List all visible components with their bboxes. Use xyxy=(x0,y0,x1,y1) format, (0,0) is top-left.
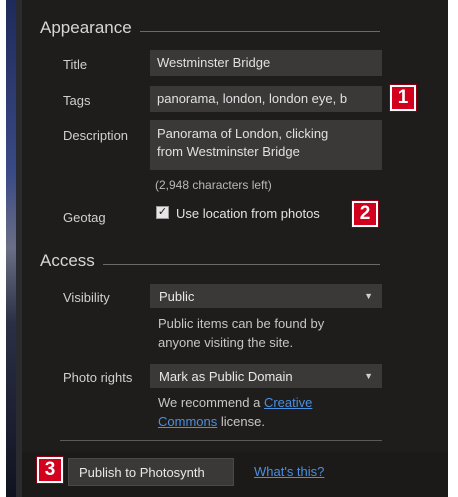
visibility-hint: Public items can be found by anyone visi… xyxy=(158,314,324,352)
photo-rights-hint-suffix: license. xyxy=(217,414,265,429)
appearance-heading-text: Appearance xyxy=(40,18,132,37)
tags-label: Tags xyxy=(63,93,91,108)
geotag-checkbox[interactable]: ✓ xyxy=(156,206,169,219)
photo-rights-select-value: Mark as Public Domain xyxy=(159,368,293,384)
access-heading: Access xyxy=(40,251,380,271)
tags-input[interactable]: panorama, london, london eye, b xyxy=(150,86,382,112)
characters-left: (2,948 characters left) xyxy=(155,178,272,192)
visibility-select[interactable]: Public ▼ xyxy=(150,284,382,308)
description-line-1: Panorama of London, clicking xyxy=(157,126,329,141)
photo-rights-hint-prefix: We recommend a xyxy=(158,395,264,410)
visibility-hint-line-2: anyone visiting the site. xyxy=(158,335,294,350)
callout-badge-2: 2 xyxy=(352,201,378,227)
description-label: Description xyxy=(63,128,129,143)
page-right-margin xyxy=(448,0,458,497)
footer-divider xyxy=(60,440,382,441)
geotag-checkbox-label[interactable]: Use location from photos xyxy=(176,206,320,221)
appearance-heading-rule xyxy=(139,30,380,32)
photo-rights-select[interactable]: Mark as Public Domain ▼ xyxy=(150,364,382,388)
description-textarea[interactable]: Panorama of London, clicking from Westmi… xyxy=(150,120,382,170)
publish-button[interactable]: Publish to Photosynth xyxy=(68,458,234,486)
visibility-hint-line-1: Public items can be found by xyxy=(158,316,325,331)
photo-rights-hint-line-2: Commons license. xyxy=(158,412,312,431)
photo-rights-hint-line-1: We recommend a Creative xyxy=(158,393,312,412)
title-input[interactable]: Westminster Bridge xyxy=(150,50,382,76)
creative-commons-link-continued[interactable]: Commons xyxy=(158,414,217,429)
chevron-down-icon: ▼ xyxy=(364,291,373,301)
visibility-select-value: Public xyxy=(159,288,195,304)
callout-badge-1: 1 xyxy=(390,85,416,111)
photo-rights-label: Photo rights xyxy=(63,370,133,385)
creative-commons-link[interactable]: Creative xyxy=(264,395,312,410)
callout-badge-3: 3 xyxy=(37,457,63,483)
checkmark-icon: ✓ xyxy=(157,206,168,218)
background-photo-strip xyxy=(6,0,16,497)
photo-rights-hint: We recommend a Creative Commons license. xyxy=(158,393,312,431)
geotag-label: Geotag xyxy=(63,210,106,225)
appearance-heading: Appearance xyxy=(40,18,380,38)
whats-this-link[interactable]: What's this? xyxy=(254,464,324,479)
access-heading-text: Access xyxy=(40,251,95,270)
visibility-label: Visibility xyxy=(63,290,110,305)
screenshot-frame: Appearance Title Westminster Bridge Tags… xyxy=(0,0,458,497)
title-label: Title xyxy=(63,57,88,72)
access-heading-rule xyxy=(102,263,380,265)
description-line-2: from Westminster Bridge xyxy=(157,144,300,159)
chevron-down-icon: ▼ xyxy=(364,371,373,381)
